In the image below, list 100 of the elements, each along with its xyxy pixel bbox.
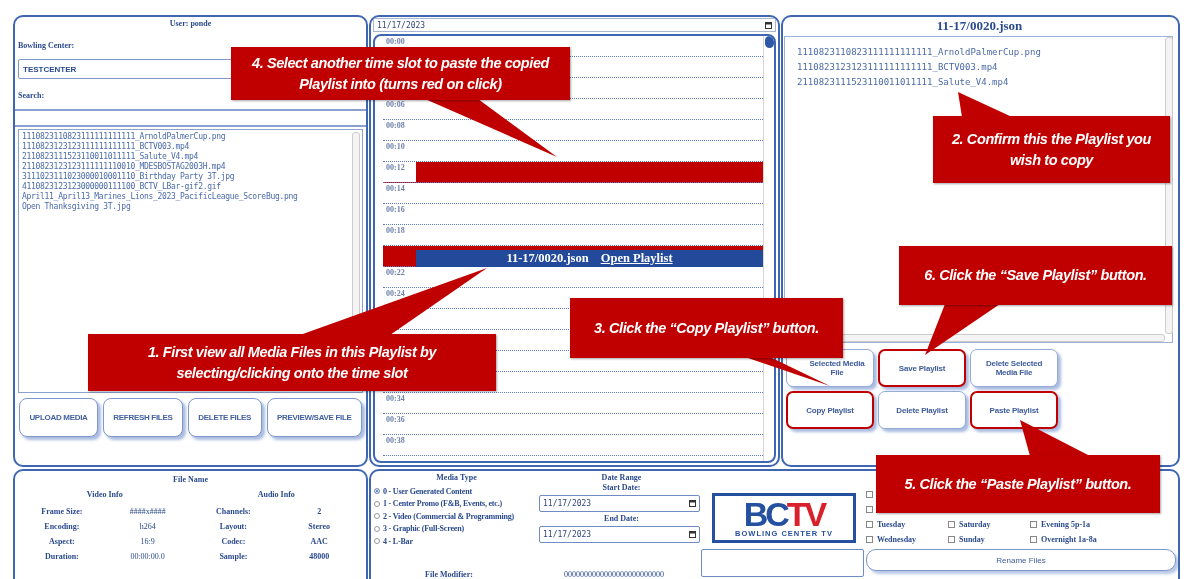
schedule-option[interactable]: Sunday — [948, 535, 985, 544]
playlist-action-button[interactable]: Paste Playlist — [970, 391, 1058, 429]
radio-button[interactable] — [374, 538, 380, 545]
radio-button[interactable] — [374, 513, 380, 520]
media-file-item[interactable]: April11_April13_Marines_Lions_2023_PacificLeague_ScoreBug.png — [22, 192, 298, 202]
logo-wordmark: BCTV — [743, 498, 825, 529]
info-value: h264 — [138, 522, 157, 531]
media-action-button[interactable]: REFRESH FILES — [102, 398, 183, 437]
info-value: Stereo — [307, 522, 331, 531]
date-value: 11/17/2023 — [543, 530, 592, 539]
playlist-file-item[interactable]: 1110823123123111111111111_BCTV003.mp4 — [797, 60, 998, 75]
option-label: Tuesday — [877, 520, 906, 529]
time-label: 00:12 — [386, 163, 405, 172]
schedule-option[interactable]: Overnight 1a-8a — [1030, 535, 1097, 544]
time-label: 00:18 — [386, 226, 405, 235]
option-label: Sunday — [959, 535, 985, 544]
schedule-option[interactable]: Tuesday — [866, 520, 906, 529]
playlist-name: 11-17/0020.json — [506, 251, 589, 266]
checkbox[interactable] — [866, 491, 873, 498]
option-label: 0 - User Generated Content — [383, 486, 472, 496]
input-field[interactable] — [701, 549, 864, 577]
media-file-item[interactable]: Open Thanksgiving 3T.jpg — [22, 202, 131, 212]
time-label: 00:16 — [386, 205, 405, 214]
info-value: 48000 — [308, 552, 331, 561]
radio-button[interactable] — [374, 525, 380, 532]
info-label: Frame Size: — [40, 507, 84, 516]
time-label: 00:14 — [386, 184, 405, 193]
selected-time-slot[interactable]: 00:12 — [383, 162, 763, 183]
field-label: Bowling Center: — [18, 41, 76, 50]
playlist-file-item[interactable]: 2110823111523110011011111_Salute_V4.mp4 — [797, 75, 1009, 90]
media-type-option[interactable]: 2 - Video (Commercial & Programming) — [374, 510, 539, 523]
playlist-action-button[interactable]: Delete Playlist — [878, 391, 966, 429]
playlist-bar[interactable]: 11-17/0020.json Open Playlist — [416, 250, 763, 267]
info-label: Sample: — [218, 552, 249, 561]
playlist-action-button[interactable]: Delete Selected Media File — [970, 349, 1058, 387]
media-type-option[interactable]: 3 - Graphic (Full-Screen) — [374, 522, 539, 535]
media-file-item[interactable]: 1110823110823111111111111_ArnoldPalmerCup.png — [22, 132, 226, 142]
section-heading: Video Info — [85, 490, 124, 499]
playlist-action-button[interactable]: Copy Playlist — [786, 391, 874, 429]
option-label: 3 - Graphic (Full-Screen) — [383, 524, 464, 534]
media-file-item[interactable]: 2110823111523110011011111_Salute_V4.mp4 — [22, 152, 199, 162]
playlist-action-button[interactable]: Save Playlist — [878, 349, 966, 387]
media-action-button[interactable]: UPLOAD MEDIA — [19, 398, 98, 437]
checkbox[interactable] — [866, 506, 873, 513]
checkbox[interactable] — [866, 521, 873, 528]
media-action-button[interactable]: PREVIEW/SAVE FILE — [266, 398, 363, 437]
media-file-item[interactable]: 1110823123123111111111111_BCTV003.mp4 — [22, 142, 190, 152]
media-type-option[interactable]: 4 - L-Bar — [374, 535, 539, 548]
option-label: Wednesday — [877, 535, 917, 544]
checkbox[interactable] — [866, 536, 873, 543]
time-label: 00:08 — [386, 121, 405, 130]
playlist-file-item[interactable]: 1110823110823111111111111_ArnoldPalmerCup.png — [797, 45, 1041, 60]
checkbox[interactable] — [948, 521, 955, 528]
info-value: 00:00:00.0 — [129, 552, 166, 561]
schedule-option[interactable]: Wednesday — [866, 535, 917, 544]
option-label: 4 - L-Bar — [383, 536, 413, 546]
checkbox[interactable] — [1030, 521, 1037, 528]
rename-files-button[interactable]: Rename Files — [866, 549, 1176, 571]
user-label: User: ponde — [168, 19, 213, 29]
option-label: Evening 5p-1a — [1041, 520, 1091, 529]
checkbox[interactable] — [948, 536, 955, 543]
info-label: Codec: — [220, 537, 247, 546]
info-value: 2 — [316, 507, 323, 516]
media-file-item[interactable]: 2110823123123111111110010_MDESBOSTAG2003H.mp4 — [22, 162, 226, 172]
open-playlist-link[interactable]: Open Playlist — [600, 251, 673, 266]
time-label: 00:34 — [386, 394, 405, 403]
info-label: Layout: — [218, 522, 248, 531]
radio-button[interactable] — [374, 488, 380, 495]
info-value: ####x#### — [128, 507, 167, 516]
calendar-icon[interactable] — [765, 21, 772, 29]
option-label: Saturday — [959, 520, 991, 529]
instruction-tooltip: 1. First view all Media Files in this Playlist by selecting/clicking onto the time slot — [88, 334, 496, 391]
schedule-option[interactable]: Saturday — [948, 520, 991, 529]
media-action-button[interactable]: DELETE FILES — [187, 398, 262, 437]
media-type-option[interactable]: 1 - Center Promo (F&B, Events, etc.) — [374, 497, 539, 510]
time-label: 00:22 — [386, 268, 405, 277]
playlist-title: 11-17/0020.json — [935, 18, 1024, 35]
field-label: End Date: — [603, 514, 640, 524]
calendar-icon[interactable] — [689, 531, 696, 538]
schedule-option[interactable]: Evening 5p-1a — [1030, 520, 1091, 529]
search-field[interactable] — [15, 109, 366, 127]
checkbox[interactable] — [1030, 536, 1037, 543]
time-label: 00:00 — [386, 37, 405, 46]
date-value: 11/17/2023 — [377, 20, 426, 30]
media-file-item[interactable]: 4110823123123000000111100_BCTV_LBar-gif2.gif — [22, 182, 221, 192]
date-value: 11/17/2023 — [543, 499, 592, 508]
time-label: 00:36 — [386, 415, 405, 424]
info-label: Encoding: — [43, 522, 81, 531]
media-type-option[interactable]: 0 - User Generated Content — [374, 485, 539, 498]
info-value: AAC — [309, 537, 329, 546]
option-label: 2 - Video (Commercial & Programming) — [383, 511, 514, 521]
end-date-field[interactable]: 11/17/2023 — [539, 526, 700, 543]
radio-button[interactable] — [374, 500, 380, 507]
time-label: 00:38 — [386, 436, 405, 445]
calendar-icon[interactable] — [689, 500, 696, 507]
media-file-item[interactable]: 3111023111023000010001110_Birthday Party 3T.jpg — [22, 172, 235, 182]
date-field[interactable]: 11/17/2023 — [373, 18, 776, 32]
start-date-field[interactable]: 11/17/2023 — [539, 495, 700, 512]
selected-time-slot[interactable]: 11-17/0020.json Open Playlist — [383, 246, 763, 267]
field-label: Search: — [18, 91, 46, 100]
